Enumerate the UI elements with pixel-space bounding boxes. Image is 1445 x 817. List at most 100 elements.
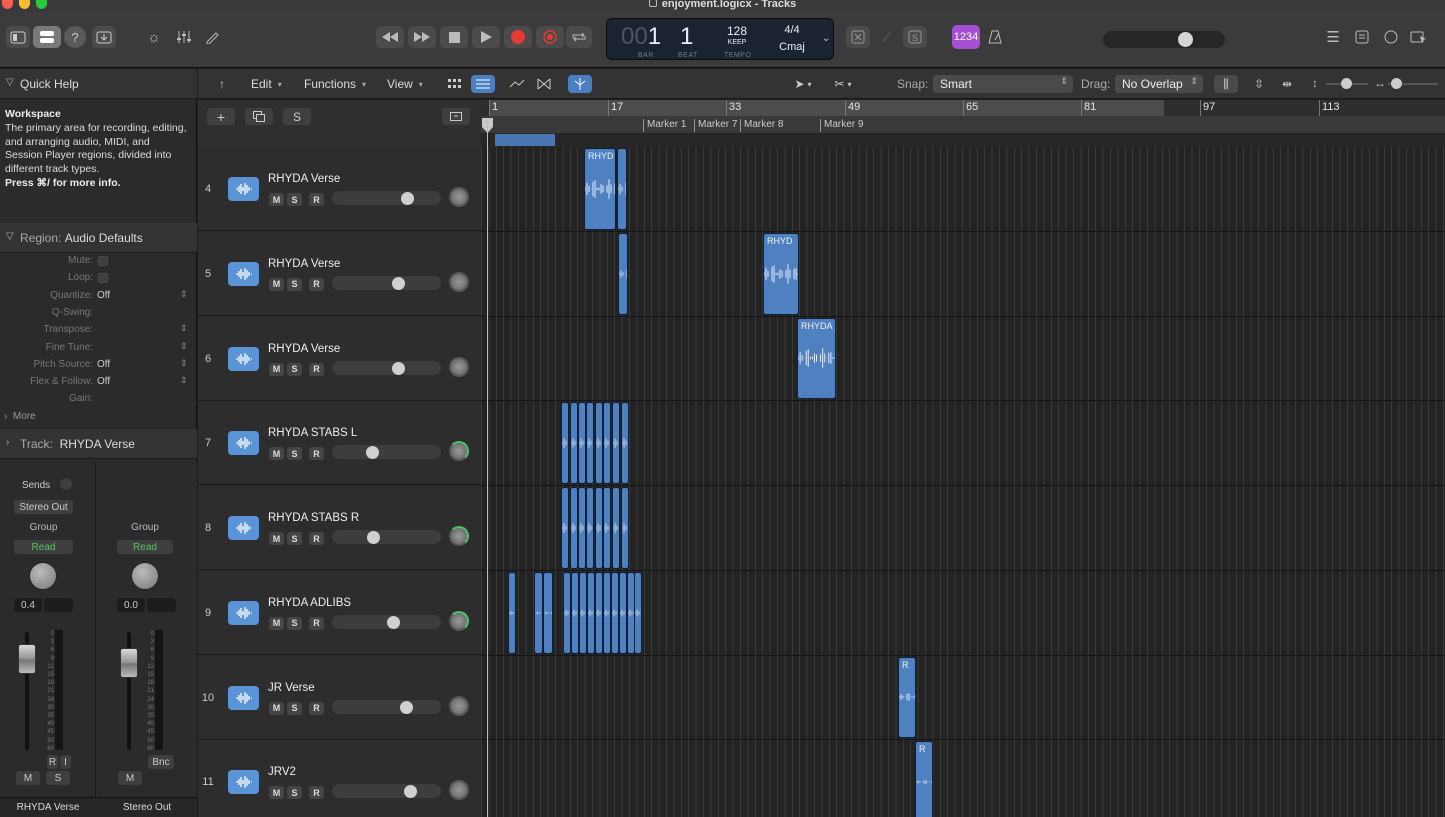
bounce-button[interactable]: Bnc: [148, 755, 174, 769]
marker[interactable]: Marker 7: [694, 119, 737, 132]
audio-region[interactable]: [634, 571, 642, 654]
track-volume-thumb[interactable]: [386, 615, 400, 629]
audio-track-icon[interactable]: [228, 431, 259, 456]
top-track-regions[interactable]: [495, 134, 555, 146]
track-pan-knob[interactable]: [449, 271, 469, 292]
track-mute-button[interactable]: M: [269, 786, 284, 800]
scissors-tool-menu[interactable]: ✂ ▾: [828, 75, 858, 93]
track-pan-knob[interactable]: [449, 187, 469, 207]
smart-controls-button[interactable]: ☼: [141, 26, 167, 48]
track-header[interactable]: 10 JR Verse M S R: [198, 655, 481, 740]
grid-view-button[interactable]: [443, 75, 467, 93]
param-checkbox[interactable]: [98, 273, 108, 284]
track-header[interactable]: 11 JRV2 M S R: [198, 740, 481, 817]
track-solo-button[interactable]: S: [287, 786, 302, 800]
track-header[interactable]: 7 RHYDA STABS L MSR: [198, 401, 481, 486]
audio-region[interactable]: [621, 487, 629, 569]
pointer-tool-menu[interactable]: ➤ ▾: [788, 75, 818, 93]
pan-value[interactable]: 0.0: [117, 598, 145, 612]
track-mute-button[interactable]: M: [269, 447, 284, 461]
volume-fader[interactable]: [120, 648, 138, 678]
waveform-zoom-button[interactable]: ⫼: [1214, 75, 1238, 93]
audio-region[interactable]: [561, 487, 569, 569]
track-solo-button[interactable]: S: [287, 701, 302, 715]
lcd-display[interactable]: 001 1 BAR BEAT 128 KEEP TEMPO 4/4 Cmaj ⌄: [606, 18, 834, 60]
horizontal-zoom-thumb[interactable]: [1391, 78, 1402, 89]
param-checkbox[interactable]: [98, 256, 108, 266]
audio-region[interactable]: [563, 571, 571, 654]
track-header[interactable]: 6 RHYDA Verse M S R: [198, 316, 481, 401]
pan-knob[interactable]: [131, 562, 159, 590]
more-disclosure[interactable]: › More: [4, 411, 36, 422]
track-volume-thumb[interactable]: [391, 276, 405, 290]
browsers-button[interactable]: [1406, 26, 1432, 48]
track-mute-button[interactable]: M: [269, 616, 284, 630]
record-enable-button[interactable]: R: [47, 755, 58, 769]
forward-button[interactable]: [408, 26, 436, 48]
audio-track-icon[interactable]: [228, 516, 259, 540]
audio-track-icon[interactable]: [228, 685, 259, 710]
param-value[interactable]: Off: [97, 359, 110, 370]
track-mute-button[interactable]: M: [269, 193, 284, 206]
track-record-button[interactable]: R: [309, 786, 324, 800]
quick-help-header[interactable]: ▽ Quick Help: [0, 69, 197, 99]
mixer-button[interactable]: [171, 26, 197, 48]
back-button[interactable]: ↑: [210, 75, 234, 93]
vertical-zoom-thumb[interactable]: [1341, 78, 1352, 89]
marker[interactable]: Marker 8: [740, 119, 783, 132]
region-param-row[interactable]: Q-Swing:: [0, 305, 197, 322]
track-mute-button[interactable]: M: [269, 362, 284, 376]
audio-region[interactable]: [611, 571, 619, 654]
track-volume-thumb[interactable]: [366, 531, 380, 544]
audio-region[interactable]: [603, 487, 611, 569]
capture-record-button[interactable]: [536, 26, 564, 48]
audio-region[interactable]: [618, 232, 628, 315]
track-record-button[interactable]: R: [309, 616, 324, 630]
audio-track-icon[interactable]: [228, 600, 259, 625]
track-name[interactable]: JRV2: [268, 766, 296, 778]
track-header[interactable]: 8 RHYDA STABS R MSR: [198, 486, 481, 570]
audio-region[interactable]: [621, 402, 629, 484]
play-button[interactable]: [472, 26, 500, 48]
input-monitor-button[interactable]: I: [60, 755, 71, 769]
track-volume-slider[interactable]: [332, 275, 441, 290]
audio-region[interactable]: R: [915, 741, 933, 817]
cycle-area[interactable]: [489, 100, 1164, 116]
track-header[interactable]: 5 RHYDA Verse M S R: [198, 231, 481, 316]
edit-menu[interactable]: Edit ▾: [245, 75, 288, 93]
toolbar-button[interactable]: [92, 26, 116, 48]
group-slot[interactable]: Group: [14, 520, 73, 534]
track-header[interactable]: 9 RHYDA ADLIBS M S R: [198, 570, 481, 655]
track-volume-slider[interactable]: [332, 530, 441, 544]
audio-region[interactable]: [617, 148, 627, 230]
track-volume-slider[interactable]: [332, 699, 441, 714]
horizontal-fit-button[interactable]: ⇹: [1275, 75, 1299, 93]
marker[interactable]: Marker 9: [820, 119, 863, 132]
audio-region[interactable]: [612, 487, 620, 569]
audio-region[interactable]: [603, 402, 611, 484]
audio-region[interactable]: [595, 487, 603, 569]
mute-button[interactable]: M: [118, 771, 142, 785]
audio-region[interactable]: [534, 571, 543, 654]
track-record-button[interactable]: R: [309, 701, 324, 715]
track-record-button[interactable]: R: [309, 362, 324, 376]
folder-button[interactable]: [442, 108, 470, 125]
audio-region[interactable]: RHYDA: [797, 317, 836, 400]
track-name[interactable]: RHYDA STABS L: [268, 427, 357, 439]
region-param-row[interactable]: Gain:: [0, 391, 197, 408]
track-volume-slider[interactable]: [332, 360, 441, 375]
audio-region[interactable]: [603, 571, 611, 654]
add-track-button[interactable]: +: [207, 108, 235, 125]
playhead[interactable]: [487, 120, 488, 817]
track-pan-knob[interactable]: [449, 780, 469, 801]
track-solo-button[interactable]: S: [287, 193, 302, 206]
track-volume-slider[interactable]: [332, 784, 441, 799]
list-editors-button[interactable]: ☰: [1320, 26, 1346, 48]
playhead-handle-icon[interactable]: [481, 118, 495, 134]
pan-knob[interactable]: [29, 562, 57, 590]
region-param-row[interactable]: Transpose: ⇕: [0, 322, 197, 339]
region-param-row[interactable]: Quantize: Off ⇕: [0, 288, 197, 305]
track-pan-knob[interactable]: [449, 526, 469, 546]
audio-track-icon[interactable]: [228, 770, 259, 795]
automation-mode[interactable]: Read: [14, 540, 73, 554]
